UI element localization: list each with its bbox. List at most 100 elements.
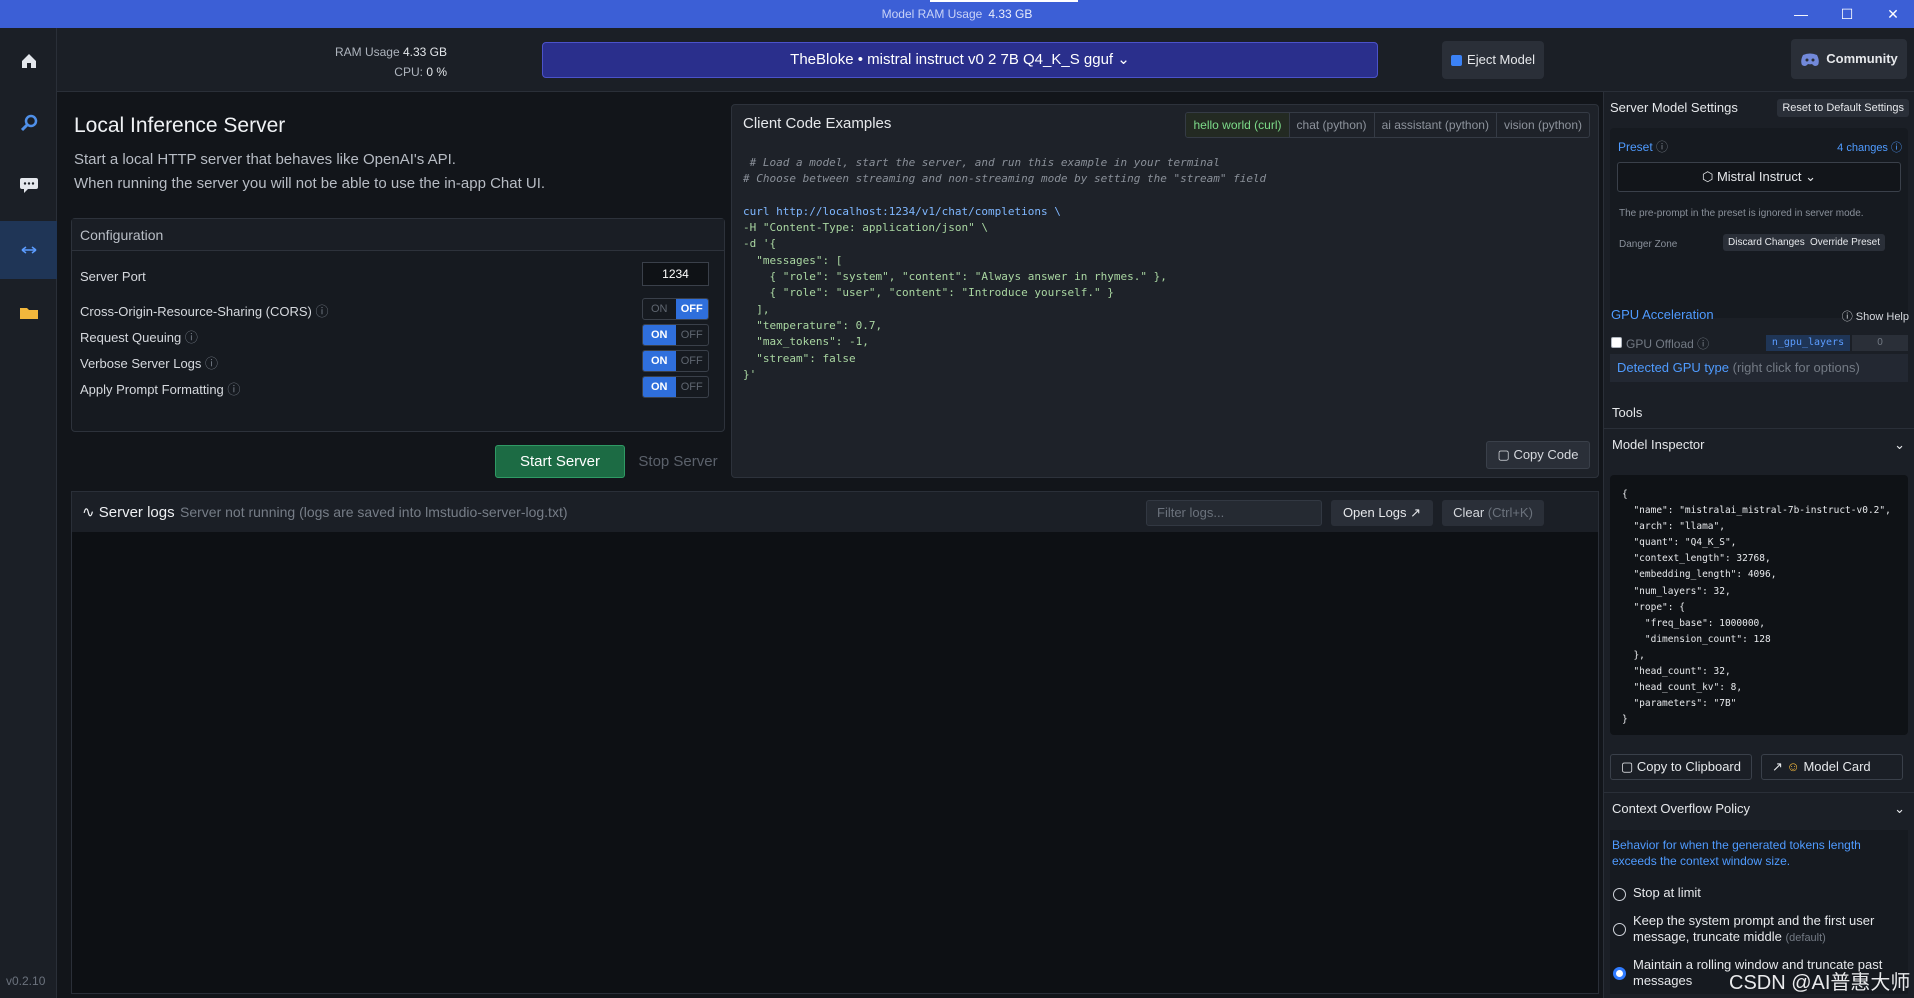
n-gpu-layers-input[interactable]: 0 — [1852, 335, 1908, 351]
gpu-offload-checkbox[interactable] — [1611, 337, 1622, 348]
code-line: "stream": false — [743, 351, 856, 365]
community-button[interactable]: Community — [1791, 39, 1907, 79]
model-selector[interactable]: TheBloke • mistral instruct v0 2 7B Q4_K… — [542, 42, 1378, 78]
help-icon: ⓘ — [1841, 311, 1853, 323]
close-icon[interactable]: ✕ — [1878, 4, 1908, 24]
context-overflow-title: Context Overflow Policy — [1612, 801, 1750, 816]
eject-icon — [1451, 55, 1463, 67]
maximize-icon[interactable]: ☐ — [1832, 4, 1862, 24]
json-line: "embedding_length": 4096, — [1622, 569, 1777, 581]
model-ram-usage: Model RAM Usage 4.33 GB — [0, 7, 1914, 21]
code-line: curl http://localhost:1234/v1/chat/compl… — [743, 204, 1061, 218]
show-help-label: Show Help — [1855, 311, 1909, 323]
cube-icon: ⬡ — [1701, 169, 1714, 184]
open-logs-button[interactable]: Open Logs ↗ — [1331, 500, 1433, 526]
json-line: "num_layers": 32, — [1622, 585, 1731, 597]
clipboard-icon: ▢ — [1497, 447, 1510, 462]
copy-clipboard-label: Copy to Clipboard — [1636, 759, 1741, 774]
code-tabs: hello world (curl) chat (python) ai assi… — [1185, 112, 1590, 138]
code-line: -H "Content-Type: application/json" \ — [743, 221, 989, 235]
reset-defaults-button[interactable]: Reset to Default Settings — [1777, 99, 1909, 117]
prompt-formatting-toggle[interactable]: ON OFF — [642, 376, 709, 398]
radio-rolling-window[interactable] — [1613, 967, 1626, 980]
home-icon[interactable] — [0, 32, 57, 90]
filter-logs-input[interactable]: Filter logs... — [1146, 500, 1322, 526]
config-row-queuing: Request Queuing ⓘ — [80, 327, 198, 346]
model-card-button[interactable]: ↗ ☺ Model Card — [1761, 754, 1903, 780]
watermark: CSDN @AI普惠大师 — [1729, 972, 1911, 994]
code-line: { "role": "user", "content": "Introduce … — [743, 286, 1114, 300]
tab-hello-world-curl[interactable]: hello world (curl) — [1186, 113, 1289, 137]
model-inspector-title: Model Inspector — [1612, 437, 1705, 452]
json-line: }, — [1622, 649, 1645, 661]
chevron-down-icon: ⌄ — [1117, 51, 1130, 68]
context-overflow-header[interactable]: Context Overflow Policy ⌄ — [1604, 792, 1914, 824]
preset-value: Mistral Instruct — [1716, 169, 1802, 184]
discard-changes-button[interactable]: Discard Changes — [1723, 234, 1810, 251]
gpu-offload-label: GPU Offload ⓘ — [1626, 337, 1710, 351]
cors-toggle[interactable]: ON OFF — [642, 298, 709, 320]
changes-count[interactable]: 4 changes ⓘ — [1837, 139, 1902, 155]
copy-to-clipboard-button[interactable]: ▢ Copy to Clipboard — [1610, 754, 1752, 780]
n-gpu-layers-tag: n_gpu_layers — [1766, 335, 1850, 351]
override-preset-button[interactable]: Override Preset — [1805, 234, 1886, 251]
code-line: { "role": "system", "content": "Always a… — [743, 270, 1167, 284]
info-icon: ⓘ — [315, 304, 329, 319]
model-inspector-json: { "name": "mistralai_mistral-7b-instruct… — [1610, 475, 1908, 735]
toggle-on: ON — [643, 325, 676, 345]
context-overflow-description: Behavior for when the generated tokens l… — [1612, 838, 1861, 868]
option-truncate-middle: Keep the system prompt and the first use… — [1633, 913, 1895, 946]
tab-vision-python[interactable]: vision (python) — [1495, 113, 1589, 137]
app-version: v0.2.10 — [6, 974, 46, 988]
minimize-icon[interactable]: — — [1786, 4, 1816, 24]
radio-truncate-middle[interactable] — [1613, 923, 1626, 936]
search-icon[interactable] — [0, 94, 57, 152]
server-port-input[interactable]: 1234 — [642, 262, 709, 286]
top-bar: RAM Usage 4.33 GB CPU: 0 % TheBloke • mi… — [57, 28, 1914, 92]
gpu-offload-text: GPU Offload — [1626, 337, 1694, 351]
chat-icon[interactable] — [0, 156, 57, 214]
eject-label: Eject Model — [1467, 52, 1535, 67]
stop-server-button[interactable]: Stop Server — [632, 445, 724, 478]
show-help-button[interactable]: ⓘ Show Help — [1842, 308, 1909, 324]
server-logs-panel: ∿ Server logs Server not running (logs a… — [71, 491, 1599, 994]
radio-stop-at-limit[interactable] — [1613, 888, 1626, 901]
folder-icon[interactable] — [0, 284, 57, 342]
tab-ai-assistant-python[interactable]: ai assistant (python) — [1373, 113, 1496, 137]
default-hint: (default) — [1785, 932, 1826, 944]
model-inspector-header[interactable]: Model Inspector ⌄ — [1604, 428, 1914, 460]
tab-chat-python[interactable]: chat (python) — [1288, 113, 1374, 137]
code-line: "messages": [ — [743, 253, 843, 267]
toggle-off: OFF — [675, 299, 708, 319]
changes-text: 4 changes — [1837, 142, 1888, 154]
toggle-on: ON — [643, 351, 676, 371]
start-server-button[interactable]: Start Server — [495, 445, 625, 478]
verbose-label: Verbose Server Logs — [80, 356, 202, 371]
tools-title: Tools — [1612, 405, 1643, 420]
config-row-verbose: Verbose Server Logs ⓘ — [80, 353, 218, 372]
truncate-middle-text: Keep the system prompt and the first use… — [1633, 913, 1875, 944]
chevron-down-icon: ⌄ — [1894, 437, 1905, 452]
info-icon: ⓘ — [1656, 140, 1669, 154]
preset-dropdown[interactable]: ⬡ Mistral Instruct ⌄ — [1617, 162, 1901, 192]
ram-label: Model RAM Usage — [881, 7, 983, 21]
code-line: "temperature": 0.7, — [743, 318, 883, 332]
json-line: "parameters": "7B" — [1622, 698, 1737, 710]
preset-label-text: Preset — [1618, 140, 1653, 154]
preset-note: The pre-prompt in the preset is ignored … — [1619, 208, 1864, 219]
json-line: "quant": "Q4_K_S", — [1622, 537, 1737, 549]
clear-logs-button[interactable]: Clear (Ctrl+K) — [1442, 500, 1544, 526]
cpu-label: CPU: — [394, 65, 423, 79]
eject-model-button[interactable]: Eject Model — [1442, 41, 1544, 79]
detected-gpu-row[interactable]: Detected GPU type (right click for optio… — [1610, 354, 1908, 382]
main-panel: Local Inference Server Start a local HTT… — [57, 92, 1603, 998]
sidebar: v0.2.10 — [0, 28, 57, 998]
ram-value: 4.33 GB — [988, 7, 1033, 21]
verbose-logs-toggle[interactable]: ON OFF — [642, 350, 709, 372]
clear-shortcut: (Ctrl+K) — [1487, 505, 1533, 520]
info-icon: ⓘ — [184, 330, 198, 345]
copy-code-button[interactable]: ▢ Copy Code — [1486, 441, 1590, 469]
request-queuing-toggle[interactable]: ON OFF — [642, 324, 709, 346]
server-icon[interactable] — [0, 221, 57, 279]
preset-label: Preset ⓘ — [1618, 138, 1668, 155]
